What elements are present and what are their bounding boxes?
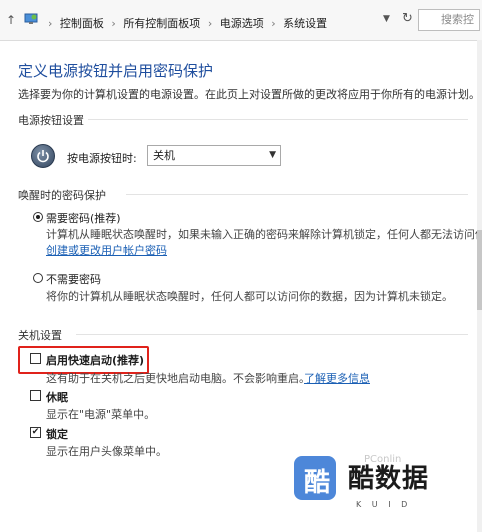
breadcrumb-separator: ›	[48, 17, 53, 30]
breadcrumb-item-all-items[interactable]: 所有控制面板项	[123, 17, 200, 30]
create-password-link[interactable]: 创建或更改用户帐户密码	[46, 242, 167, 258]
hibernate-checkbox[interactable]	[30, 390, 41, 401]
no-password-radio[interactable]	[33, 273, 43, 283]
divider	[126, 194, 468, 195]
require-password-description: 计算机从睡眠状态唤醒时，如果未输入正确的密码来解除计算机锁定，任何人都无法访问你…	[46, 228, 482, 241]
breadcrumb-item-control-panel[interactable]: 控制面板	[60, 17, 104, 30]
power-button-action-select[interactable]: 关机 ▼	[147, 145, 281, 166]
require-password-radio[interactable]	[33, 212, 43, 222]
control-panel-icon	[24, 13, 38, 24]
fast-startup-description: 这有助于在关机之后更快地启动电脑。不会影响重启。	[46, 372, 310, 385]
power-button-label: 按电源按钮时:	[67, 152, 137, 165]
watermark: 酷 PConlin 酷数据 K U I D	[294, 454, 482, 532]
lock-checkbox[interactable]: ✔	[30, 427, 41, 438]
no-password-label[interactable]: 不需要密码	[46, 271, 101, 287]
page-title: 定义电源按钮并启用密码保护	[18, 62, 214, 80]
up-arrow-icon[interactable]: ↑	[6, 13, 16, 27]
chevron-down-icon: ▼	[269, 150, 276, 160]
fast-startup-checkbox[interactable]	[30, 353, 41, 364]
breadcrumb-item-power-options[interactable]: 电源选项	[220, 17, 264, 30]
breadcrumb-separator: ›	[271, 17, 276, 30]
refresh-icon[interactable]: ↻	[402, 11, 413, 26]
power-button-icon	[31, 144, 55, 168]
shutdown-section-heading: 关机设置	[18, 329, 62, 342]
breadcrumb-separator: ›	[111, 17, 116, 30]
address-dropdown-icon[interactable]: ▼	[383, 14, 390, 24]
breadcrumb-item-system-settings[interactable]: 系统设置	[283, 17, 327, 30]
wake-section-heading: 唤醒时的密码保护	[18, 189, 106, 202]
search-placeholder: 搜索控	[441, 13, 474, 26]
page-description: 选择要为你的计算机设置的电源设置。在此页上对设置所做的更改将应用于你所有的电源计…	[18, 88, 480, 101]
scrollbar-thumb[interactable]	[477, 230, 482, 310]
watermark-word: 酷数据	[348, 464, 430, 494]
address-bar: ↑ › 控制面板 › 所有控制面板项 › 电源选项 › 系统设置 ▼ ↻ 搜索控	[0, 0, 482, 41]
power-section-heading: 电源按钮设置	[18, 114, 84, 127]
lock-label[interactable]: 锁定	[46, 426, 68, 442]
breadcrumb-separator: ›	[207, 17, 213, 30]
search-input[interactable]: 搜索控	[418, 9, 480, 31]
learn-more-link[interactable]: 了解更多信息	[304, 370, 370, 386]
fast-startup-label[interactable]: 启用快速启动(推荐)	[46, 352, 144, 368]
divider	[76, 334, 468, 335]
breadcrumb: › 控制面板 › 所有控制面板项 › 电源选项 › 系统设置	[44, 15, 327, 31]
hibernate-label[interactable]: 休眠	[46, 389, 68, 405]
lock-description: 显示在用户头像菜单中。	[46, 445, 167, 458]
hibernate-description: 显示在"电源"菜单中。	[46, 408, 156, 421]
require-password-label[interactable]: 需要密码(推荐)	[46, 210, 121, 226]
select-value: 关机	[153, 149, 175, 162]
watermark-logo-icon: 酷	[294, 456, 336, 500]
watermark-pinyin: K U I D	[356, 500, 412, 509]
divider	[88, 119, 468, 120]
no-password-description: 将你的计算机从睡眠状态唤醒时，任何人都可以访问你的数据，因为计算机未锁定。	[46, 290, 453, 303]
